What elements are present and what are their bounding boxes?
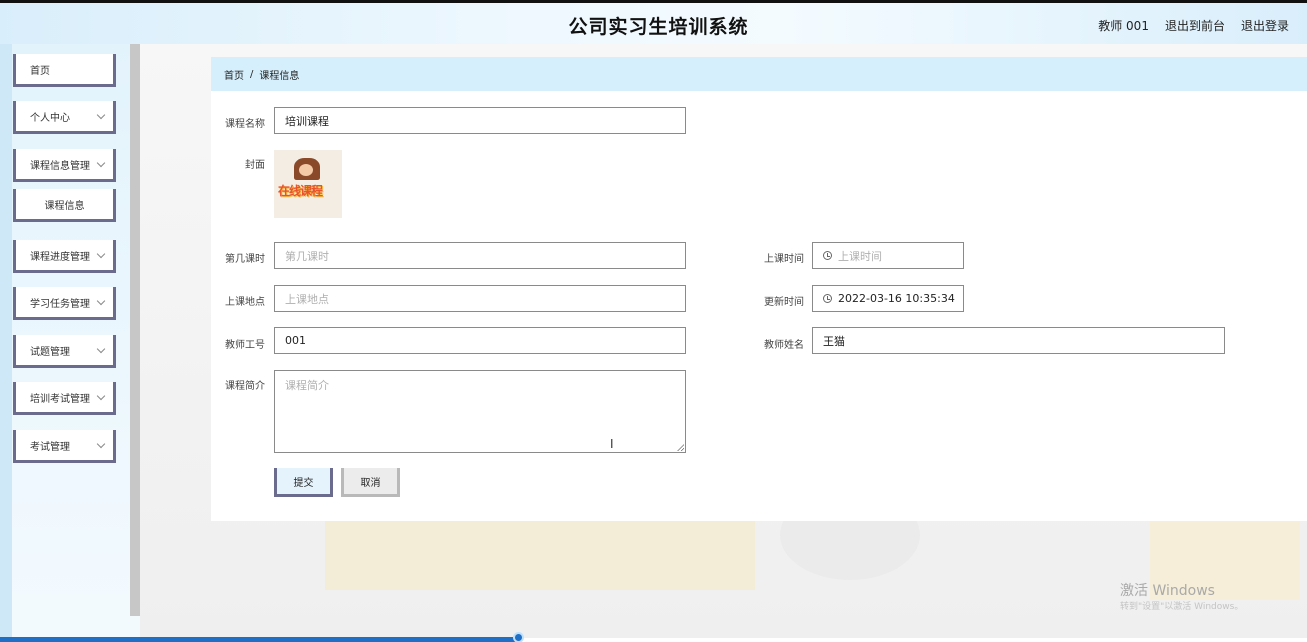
windows-activation-watermark: 激活 Windows [1120, 583, 1215, 599]
cover-face [299, 164, 313, 176]
chevron-down-icon [96, 439, 106, 449]
course-intro-textarea[interactable]: 课程简介 [274, 370, 686, 453]
course-intro-placeholder: 课程简介 [285, 379, 329, 392]
course-name-field[interactable]: 培训课程 [274, 107, 686, 134]
breadcrumb-separator: / [250, 68, 254, 80]
top-header: 公司实习生培训系统 教师 001 退出到前台 退出登录 [0, 0, 1307, 44]
update-time-value: 2022-03-16 10:35:34 [838, 292, 955, 305]
windows-activation-subtext: 转到"设置"以激活 Windows。 [1120, 602, 1244, 612]
cancel-button[interactable]: 取消 [341, 468, 400, 497]
course-name-label: 课程名称 [225, 119, 265, 130]
sidebar-item-label: 培训考试管理 [30, 393, 90, 405]
header-links: 教师 001 退出到前台 退出登录 [1098, 17, 1289, 34]
class-location-field[interactable]: 上课地点 [274, 285, 686, 312]
cover-image-text: 在线课程 [278, 184, 323, 198]
sidebar-item-home[interactable]: 首页 [13, 54, 116, 87]
sidebar-item-course-progress-management[interactable]: 课程进度管理 [13, 240, 116, 273]
sidebar-item-label: 首页 [30, 65, 50, 77]
sidebar-item-label: 课程进度管理 [30, 251, 90, 263]
sidebar-item-exam-management[interactable]: 考试管理 [13, 430, 116, 463]
update-time-label: 更新时间 [764, 297, 804, 308]
sidebar-item-course-info-management[interactable]: 课程信息管理 [13, 149, 116, 182]
breadcrumb: 首页 / 课程信息 [211, 57, 1307, 91]
class-time-placeholder: 上课时间 [838, 249, 882, 263]
sidebar-item-label: 考试管理 [30, 441, 70, 453]
lesson-number-label: 第几课时 [225, 254, 265, 265]
submit-button[interactable]: 提交 [274, 468, 333, 497]
cover-image[interactable]: 在线课程 [274, 150, 342, 218]
horizontal-scrollbar[interactable] [0, 637, 520, 642]
class-location-label: 上课地点 [225, 297, 265, 308]
text-cursor-icon: I [610, 437, 614, 451]
teacher-id-field[interactable]: 001 [274, 327, 686, 354]
back-to-frontend-link[interactable]: 退出到前台 [1165, 17, 1225, 34]
chevron-down-icon [96, 158, 106, 168]
lesson-number-field[interactable]: 第几课时 [274, 242, 686, 269]
sidebar-scrollbar[interactable] [130, 44, 140, 616]
cover-label: 封面 [245, 160, 265, 171]
chevron-down-icon [96, 296, 106, 306]
class-time-picker[interactable]: 上课时间 [812, 242, 964, 269]
sidebar-item-label: 试题管理 [30, 346, 70, 358]
teacher-id-label: 教师工号 [225, 340, 265, 351]
sidebar-item-training-exam-management[interactable]: 培训考试管理 [13, 382, 116, 415]
sidebar-item-label: 个人中心 [30, 112, 70, 124]
chevron-down-icon [96, 391, 106, 401]
sidebar-item-label: 课程信息管理 [30, 160, 90, 172]
sidebar-subitem-course-info[interactable]: 课程信息 [13, 189, 116, 222]
sidebar-item-label: 学习任务管理 [30, 298, 90, 310]
chevron-down-icon [96, 249, 106, 259]
update-time-picker[interactable]: 2022-03-16 10:35:34 [812, 285, 964, 312]
breadcrumb-home[interactable]: 首页 [224, 67, 244, 82]
chevron-down-icon [96, 344, 106, 354]
clock-icon [823, 294, 832, 303]
sidebar-accent [0, 44, 12, 638]
course-intro-label: 课程简介 [225, 381, 265, 392]
clock-icon [823, 251, 832, 260]
teacher-name-label: 教师姓名 [764, 340, 804, 351]
teacher-name-field[interactable]: 王猫 [812, 327, 1225, 354]
sidebar-item-label: 课程信息 [44, 200, 85, 212]
breadcrumb-current: 课程信息 [259, 70, 300, 82]
sidebar-item-learning-task-management[interactable]: 学习任务管理 [13, 287, 116, 320]
scrollbar-thumb[interactable] [513, 632, 524, 642]
sidebar-item-personal-center[interactable]: 个人中心 [13, 101, 116, 134]
class-time-label: 上课时间 [764, 254, 804, 265]
sidebar-item-question-management[interactable]: 试题管理 [13, 335, 116, 368]
chevron-down-icon [96, 110, 106, 120]
background-decoration [325, 510, 755, 590]
logout-link[interactable]: 退出登录 [1241, 17, 1289, 34]
resize-handle[interactable] [677, 444, 684, 451]
teacher-account-link[interactable]: 教师 001 [1098, 17, 1149, 34]
